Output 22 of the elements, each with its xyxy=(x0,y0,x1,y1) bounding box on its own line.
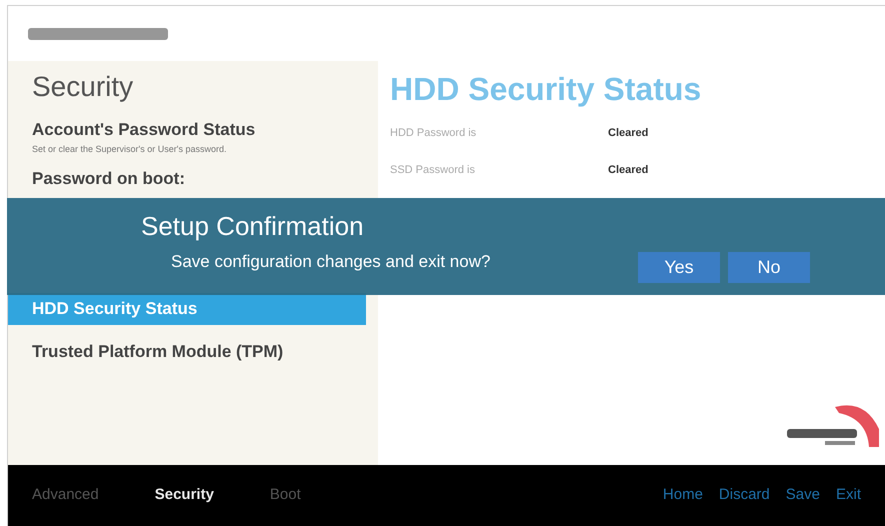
field-value: Cleared xyxy=(608,162,648,178)
bottom-tab[interactable]: Security xyxy=(154,484,214,507)
dialog-button[interactable]: Yes xyxy=(638,252,720,283)
bottom-action-link[interactable]: Home xyxy=(662,484,703,507)
sidebar-item[interactable]: Trusted Platform Module (TPM) xyxy=(8,328,378,364)
bottom-action-link[interactable]: Discard xyxy=(718,484,770,507)
sidebar-title: Security xyxy=(32,70,134,104)
bottom-action-link[interactable]: Save xyxy=(786,484,820,507)
item-description: Set or clear the Supervisor's or User's password. xyxy=(32,142,227,156)
bottom-action-link[interactable]: Exit xyxy=(836,484,861,507)
panel-title: HDD Security Status xyxy=(390,70,702,109)
field-label: SSD Password is xyxy=(390,162,476,178)
field-label: HDD Password is xyxy=(390,126,478,141)
dialog-title: Setup Confirmation xyxy=(141,210,364,242)
sidebar-item[interactable]: HDD Security Status xyxy=(8,292,366,324)
field-value: Cleared xyxy=(608,126,648,141)
sidebar-item[interactable]: Account's Password Status Set or clear the Supervisor's or User's password. xyxy=(8,107,378,156)
dialog-message: Save configuration changes and exit now? xyxy=(171,250,490,272)
dialog-button[interactable]: No xyxy=(728,252,810,283)
bottom-tab[interactable]: Boot xyxy=(270,484,301,507)
bottom-tab[interactable]: Advanced xyxy=(32,484,99,507)
sidebar-item[interactable]: Password on boot: xyxy=(8,156,378,192)
